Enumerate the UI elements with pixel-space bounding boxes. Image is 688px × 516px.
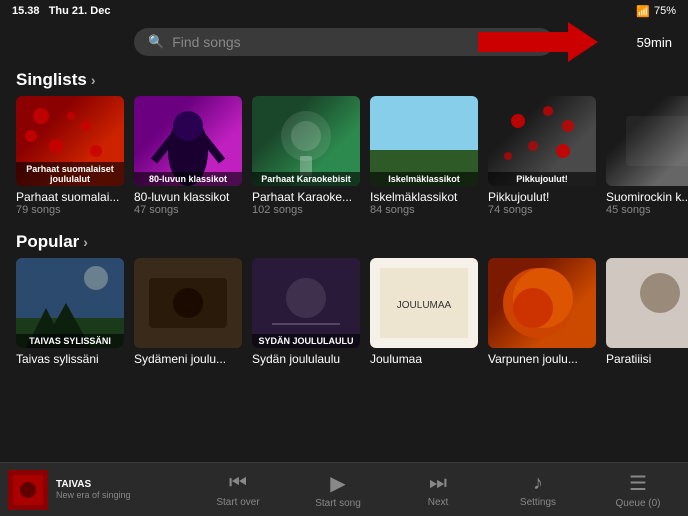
card-subtitle: 102 songs <box>252 204 360 216</box>
card-image: Pikkujoulut! <box>488 96 596 186</box>
list-item[interactable]: 80-luvun klassikot 80-luvun klassikot 47… <box>134 96 242 216</box>
card-overlay: Pikkujoulut! <box>488 172 596 186</box>
card-title: Sydämeni joulu... <box>134 352 242 366</box>
tab-queue[interactable]: ☰ Queue (0) <box>588 463 688 516</box>
tab-settings[interactable]: ♪ Settings <box>488 463 588 516</box>
battery-percent: 75% <box>654 5 676 17</box>
tab-settings-label: Settings <box>520 497 556 508</box>
popular-row: TAIVAS SYLISSÄNI Taivas sylissäni Sydäme… <box>0 258 688 366</box>
card-image: TAIVAS SYLISSÄNI <box>16 258 124 348</box>
card-overlay: Parhaat Karaokebisit <box>252 172 360 186</box>
card-image: SYDÄN JOULULAULU <box>252 258 360 348</box>
list-item[interactable]: Suomirockin k... 45 songs <box>606 96 688 216</box>
card-image <box>606 96 688 186</box>
tab-start-over[interactable]: ⏮ Start over <box>188 463 288 516</box>
singlists-chevron: › <box>91 72 96 88</box>
tab-start-over-label: Start over <box>216 497 259 508</box>
card-overlay: 80-luvun klassikot <box>134 172 242 186</box>
search-icon: 🔍 <box>148 34 164 50</box>
time-badge: 59min <box>637 35 672 50</box>
card-title: Parhaat Karaoke... <box>252 190 360 204</box>
tab-queue-label: Queue (0) <box>615 498 660 509</box>
card-image: Parhaat Karaokebisit <box>252 96 360 186</box>
card-title: Parhaat suomalai... <box>16 190 124 204</box>
card-title: Varpunen joulu... <box>488 352 596 366</box>
svg-text:JOULUMAA: JOULUMAA <box>397 300 452 311</box>
list-item[interactable]: SYDÄN JOULULAULU Sydän joululaulu <box>252 258 360 366</box>
card-title: Taivas sylissäni <box>16 352 124 366</box>
card-subtitle: 47 songs <box>134 204 242 216</box>
card-title: 80-luvun klassikot <box>134 190 242 204</box>
popular-label: Popular <box>16 232 79 252</box>
tab-bar: TAIVAS New era of singing ⏮ Start over ▶… <box>0 462 688 516</box>
list-item[interactable]: Pikkujoulut! Pikkujoulut! 74 songs <box>488 96 596 216</box>
search-bar-container: 🔍 Find songs 59min <box>0 22 688 62</box>
start-song-icon: ▶ <box>330 471 345 496</box>
card-title: Joulumaa <box>370 352 478 366</box>
now-playing-thumbnail <box>8 470 48 510</box>
card-subtitle: 79 songs <box>16 204 124 216</box>
card-image: Parhaat suomalaiset joululalut <box>16 96 124 186</box>
list-item[interactable]: TAIVAS SYLISSÄNI Taivas sylissäni <box>16 258 124 366</box>
list-item[interactable]: Iskelmäklassikot Iskelmäklassikot 84 son… <box>370 96 478 216</box>
singlists-row: Parhaat suomalaiset joululalut Parhaat s… <box>0 96 688 216</box>
tab-now-playing[interactable]: TAIVAS New era of singing <box>0 463 188 516</box>
status-time-day: 15.38 Thu 21. Dec <box>12 5 110 17</box>
card-title: Pikkujoulut! <box>488 190 596 204</box>
start-over-icon: ⏮ <box>229 472 247 495</box>
search-bar[interactable]: 🔍 Find songs <box>134 28 554 56</box>
card-image <box>488 258 596 348</box>
card-subtitle: 45 songs <box>606 204 688 216</box>
status-right: 📶 75% <box>636 5 676 18</box>
card-image: 80-luvun klassikot <box>134 96 242 186</box>
list-item[interactable]: Parhaat suomalaiset joululalut Parhaat s… <box>16 96 124 216</box>
card-subtitle: 84 songs <box>370 204 478 216</box>
card-image <box>134 258 242 348</box>
singlists-header[interactable]: Singlists › <box>0 62 688 96</box>
card-image <box>606 258 688 348</box>
list-item[interactable]: Parhaat Karaokebisit Parhaat Karaoke... … <box>252 96 360 216</box>
queue-icon: ☰ <box>629 471 647 496</box>
list-item[interactable]: JOULUMAA Joulumaa <box>370 258 478 366</box>
card-title: Iskelmäklassikot <box>370 190 478 204</box>
list-item[interactable]: Sydämeni joulu... <box>134 258 242 366</box>
card-overlay: TAIVAS SYLISSÄNI <box>16 334 124 348</box>
now-playing-title: TAIVAS <box>56 479 131 490</box>
tab-start-song-label: Start song <box>315 498 361 509</box>
settings-icon: ♪ <box>533 472 543 495</box>
card-title: Paratiiisi <box>606 352 688 366</box>
now-playing-info: TAIVAS New era of singing <box>56 479 131 500</box>
tab-next[interactable]: ⏭ Next <box>388 463 488 516</box>
main-content: Singlists › Parhaat suomalaiset joululal… <box>0 62 688 448</box>
card-image: JOULUMAA <box>370 258 478 348</box>
card-overlay: SYDÄN JOULULAULU <box>252 334 360 348</box>
search-input[interactable]: Find songs <box>172 34 240 50</box>
next-icon: ⏭ <box>429 472 447 495</box>
status-bar: 15.38 Thu 21. Dec 📶 75% <box>0 0 688 22</box>
popular-chevron: › <box>83 234 88 250</box>
card-subtitle: 74 songs <box>488 204 596 216</box>
card-image: Iskelmäklassikot <box>370 96 478 186</box>
tab-start-song[interactable]: ▶ Start song <box>288 463 388 516</box>
now-playing-subtitle: New era of singing <box>56 490 131 500</box>
wifi-icon: 📶 <box>636 5 650 18</box>
card-title: Sydän joululaulu <box>252 352 360 366</box>
popular-header[interactable]: Popular › <box>0 224 688 258</box>
tab-next-label: Next <box>428 497 449 508</box>
card-overlay: Parhaat suomalaiset joululalut <box>16 162 124 186</box>
singlists-label: Singlists <box>16 70 87 90</box>
list-item[interactable]: Varpunen joulu... <box>488 258 596 366</box>
card-overlay: Iskelmäklassikot <box>370 172 478 186</box>
list-item[interactable]: Paratiiisi <box>606 258 688 366</box>
card-title: Suomirockin k... <box>606 190 688 204</box>
status-day: Thu 21. Dec <box>49 5 111 17</box>
status-time: 15.38 <box>12 5 40 17</box>
